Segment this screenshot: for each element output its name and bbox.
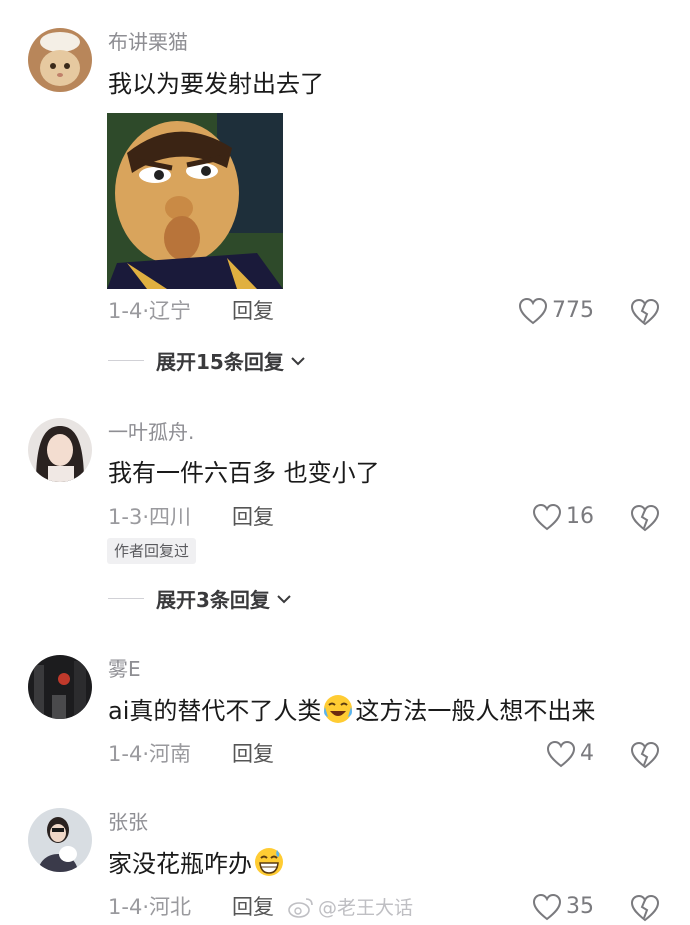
like-button[interactable]: 4 — [546, 739, 594, 769]
cartoon-face-sticker-icon — [107, 113, 283, 289]
separator: · — [142, 299, 149, 323]
reply-button[interactable]: 回复 — [232, 296, 274, 326]
comment-date-location: 1-4·河北 — [108, 892, 191, 922]
comment-text: 我以为要发射出去了 — [108, 70, 324, 98]
like-button[interactable]: 16 — [532, 502, 594, 532]
weibo-logo-icon — [288, 897, 313, 918]
comment-date: 1-4 — [108, 299, 143, 323]
comment-date-location: 1-4·河南 — [108, 739, 191, 769]
divider-line — [108, 360, 144, 361]
reply-button[interactable]: 回复 — [232, 892, 274, 922]
expand-replies-label: 展开15条回复 — [156, 350, 284, 374]
comment-date: 1-3 — [108, 505, 143, 529]
reply-button[interactable]: 回复 — [232, 739, 274, 769]
chevron-down-icon — [277, 594, 291, 603]
heart-outline-icon — [532, 893, 562, 921]
expand-replies-label: 展开3条回复 — [156, 588, 270, 612]
comment-location: 四川 — [149, 505, 191, 529]
broken-heart-icon — [630, 741, 660, 769]
reply-button[interactable]: 回复 — [232, 502, 274, 532]
meme-sticker-image[interactable] — [107, 113, 283, 289]
avatar[interactable] — [28, 418, 92, 482]
avatar-portrait-icon — [28, 418, 92, 482]
chevron-down-icon — [291, 356, 305, 365]
comment-text-part: 家没花瓶咋办 — [108, 850, 252, 878]
divider-line — [108, 598, 144, 599]
like-button[interactable]: 35 — [532, 892, 594, 922]
expand-replies-button[interactable]: 展开3条回复 — [108, 584, 292, 613]
separator: · — [142, 742, 149, 766]
comment-date-location: 1-4·辽宁 — [108, 296, 191, 326]
avatar-cat-chef-icon — [28, 28, 92, 92]
heart-outline-icon — [546, 740, 576, 768]
dislike-button[interactable] — [630, 504, 660, 532]
comment-location: 河南 — [149, 742, 191, 766]
avatar[interactable] — [28, 28, 92, 92]
comment-text-part: 这方法一般人想不出来 — [355, 697, 596, 725]
comment-date-location: 1-3·四川 — [108, 502, 191, 532]
avatar[interactable] — [28, 655, 92, 719]
comment-text: ai真的替代不了人类 这方法一般人想不出来 — [108, 693, 595, 728]
avatar[interactable] — [28, 808, 92, 872]
avatar-city-night-icon — [28, 655, 92, 719]
broken-heart-icon — [630, 894, 660, 922]
broken-heart-icon — [630, 504, 660, 532]
username[interactable]: 一叶孤舟. — [108, 418, 194, 446]
like-count: 16 — [566, 504, 594, 529]
comment-date: 1-4 — [108, 895, 143, 919]
author-replied-badge: 作者回复过 — [107, 538, 197, 564]
crying-laughing-emoji-icon — [322, 693, 354, 725]
like-count: 4 — [580, 741, 594, 766]
weibo-watermark: @老王大话 — [288, 893, 413, 920]
comment-text: 家没花瓶咋办 — [108, 846, 286, 881]
watermark-text: @老王大话 — [318, 897, 414, 919]
avatar-person-with-dog-icon — [28, 808, 92, 872]
separator: · — [142, 895, 149, 919]
comment-location: 辽宁 — [149, 299, 191, 323]
broken-heart-icon — [630, 298, 660, 326]
username[interactable]: 张张 — [108, 808, 148, 836]
heart-outline-icon — [532, 503, 562, 531]
grinning-sweat-emoji-icon — [253, 846, 285, 878]
heart-outline-icon — [518, 297, 548, 325]
separator: · — [142, 505, 149, 529]
dislike-button[interactable] — [630, 298, 660, 326]
username[interactable]: 雾E — [108, 655, 141, 683]
dislike-button[interactable] — [630, 894, 660, 922]
comment-location: 河北 — [149, 895, 191, 919]
like-button[interactable]: 775 — [518, 296, 594, 326]
comment-text-part: ai真的替代不了人类 — [108, 697, 322, 725]
expand-replies-button[interactable]: 展开15条回复 — [108, 346, 306, 375]
username[interactable]: 布讲栗猫 — [108, 28, 188, 56]
comment-text: 我有一件六百多 也变小了 — [108, 459, 380, 487]
comment-date: 1-4 — [108, 742, 143, 766]
dislike-button[interactable] — [630, 741, 660, 769]
like-count: 35 — [566, 894, 594, 919]
like-count: 775 — [552, 298, 594, 323]
